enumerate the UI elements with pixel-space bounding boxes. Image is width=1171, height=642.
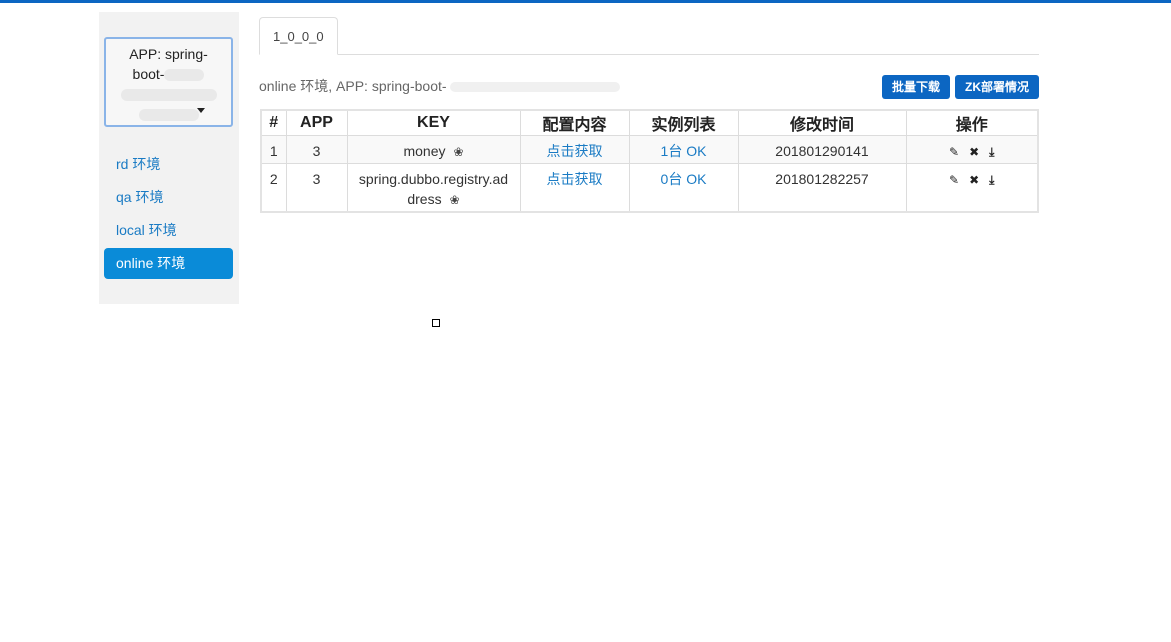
edit-icon[interactable]: ✎ — [949, 170, 959, 190]
instances-link[interactable]: 1台 OK — [661, 143, 707, 159]
col-header-content: 配置内容 — [519, 109, 630, 136]
edit-icon[interactable]: ✎ — [949, 142, 959, 162]
row-actions: ✎ ✖ ⤓ — [905, 163, 1039, 212]
leaf-icon: ❀ — [453, 145, 464, 159]
col-header-actions: 操作 — [905, 109, 1039, 136]
env-item-rd[interactable]: rd 环境 — [104, 149, 233, 180]
row-app: 3 — [285, 163, 348, 212]
row-index: 1 — [260, 135, 287, 164]
download-icon[interactable]: ⤓ — [989, 142, 994, 162]
env-item-qa[interactable]: qa 环境 — [104, 182, 233, 213]
env-item-online[interactable]: online 环境 — [104, 248, 233, 279]
app-select-dropdown[interactable]: APP: spring- boot- — [104, 37, 233, 127]
top-accent-bar — [0, 0, 1171, 3]
env-item-local[interactable]: local 环境 — [104, 215, 233, 246]
col-header-instances: 实例列表 — [628, 109, 739, 136]
row-key: money ❀ — [346, 135, 521, 164]
row-key: spring.dubbo.registry.ad dress ❀ — [346, 163, 521, 212]
app-select-label-line1: APP: spring- — [129, 46, 208, 62]
fetch-content-link[interactable]: 点击获取 — [547, 171, 603, 187]
batch-download-button[interactable]: 批量下载 — [882, 75, 950, 99]
row-actions: ✎ ✖ ⤓ — [905, 135, 1039, 164]
env-app-info-text: online 环境, APP: spring-boot- — [259, 78, 447, 94]
row-instances: 1台 OK — [628, 135, 739, 164]
env-list: rd 环境 qa 环境 local 环境 online 环境 — [104, 149, 233, 281]
cursor-marker — [432, 319, 440, 327]
row-key-text-line2: dress — [407, 191, 442, 207]
row-instances: 0台 OK — [628, 163, 739, 212]
env-app-info: online 环境, APP: spring-boot- — [259, 76, 620, 96]
table-row: 1 3 money ❀ 点击获取 1台 OK 201801290141 ✎ ✖ ⤓ — [260, 135, 1039, 164]
row-modified: 201801282257 — [737, 163, 907, 212]
table-header-row: # APP KEY 配置内容 实例列表 修改时间 操作 — [260, 109, 1039, 136]
col-header-app: APP — [285, 109, 348, 136]
row-key-text: spring.dubbo.registry.ad — [358, 171, 509, 187]
tab-version[interactable]: 1_0_0_0 — [259, 17, 338, 55]
row-modified: 201801290141 — [737, 135, 907, 164]
col-header-modified: 修改时间 — [737, 109, 907, 136]
delete-icon[interactable]: ✖ — [969, 142, 979, 162]
table-row: 2 3 spring.dubbo.registry.ad dress ❀ 点击获取 … — [260, 163, 1039, 212]
col-header-index: # — [260, 109, 287, 136]
sidebar: APP: spring- boot- rd 环境 qa 环境 local 环境 … — [99, 12, 239, 304]
col-header-key: KEY — [346, 109, 521, 136]
leaf-icon: ❀ — [449, 193, 460, 207]
download-icon[interactable]: ⤓ — [989, 170, 994, 190]
row-content: 点击获取 — [519, 163, 630, 212]
instances-link[interactable]: 0台 OK — [661, 171, 707, 187]
fetch-content-link[interactable]: 点击获取 — [547, 143, 603, 159]
app-select-label-line2: boot- — [132, 66, 165, 82]
config-table: # APP KEY 配置内容 实例列表 修改时间 操作 1 3 money ❀ 点… — [260, 109, 1039, 213]
row-index: 2 — [260, 163, 287, 212]
version-tabs: 1_0_0_0 — [259, 17, 1039, 55]
row-content: 点击获取 — [519, 135, 630, 164]
caret-down-icon — [197, 108, 205, 113]
row-key-text: money — [403, 143, 446, 159]
delete-icon[interactable]: ✖ — [969, 170, 979, 190]
row-app: 3 — [285, 135, 348, 164]
zk-deploy-button[interactable]: ZK部署情况 — [955, 75, 1039, 99]
